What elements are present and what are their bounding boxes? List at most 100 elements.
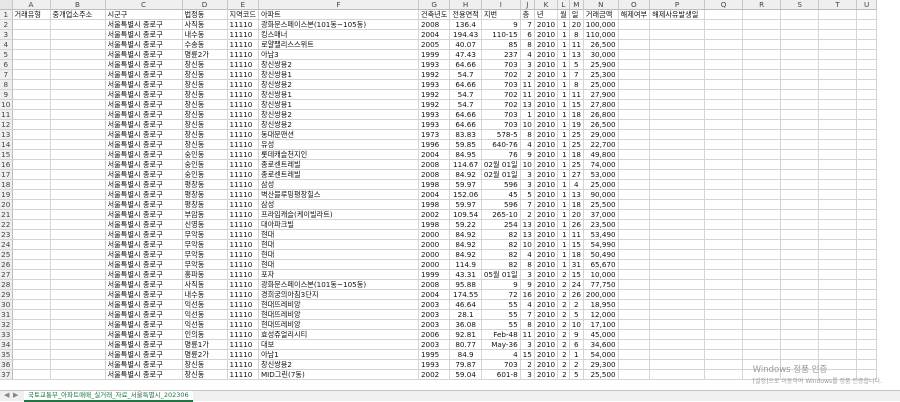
table-cell[interactable] [618, 29, 651, 40]
table-cell[interactable]: 2010 [534, 39, 559, 50]
table-cell[interactable]: May-36 [481, 339, 521, 350]
table-cell[interactable]: 2 [557, 369, 570, 380]
table-cell[interactable]: 100,000 [583, 19, 619, 30]
table-cell[interactable]: 2010 [534, 169, 559, 180]
table-cell[interactable]: 1993 [418, 119, 451, 130]
table-cell[interactable] [618, 109, 651, 120]
table-cell[interactable] [742, 139, 782, 150]
table-cell[interactable] [618, 49, 651, 60]
table-cell[interactable] [618, 209, 651, 220]
table-cell[interactable] [780, 179, 820, 190]
table-cell[interactable]: 11110 [227, 269, 259, 280]
table-cell[interactable] [704, 59, 744, 70]
table-cell[interactable]: 1 [557, 109, 570, 120]
table-cell[interactable] [12, 279, 51, 290]
table-cell[interactable] [856, 289, 878, 300]
table-cell[interactable] [818, 349, 858, 360]
table-cell[interactable] [780, 59, 820, 70]
row-header[interactable]: 31 [0, 309, 13, 320]
table-cell[interactable] [704, 249, 744, 260]
table-cell[interactable]: 1 [557, 239, 570, 250]
table-cell[interactable]: 서울특별시 종로구 [105, 209, 183, 220]
table-cell[interactable] [742, 39, 782, 50]
table-cell[interactable] [856, 209, 878, 220]
table-cell[interactable]: 2 [520, 359, 535, 370]
table-cell[interactable]: 64.66 [449, 119, 482, 130]
table-cell[interactable]: 무악동 [182, 229, 228, 240]
table-cell[interactable] [12, 69, 51, 80]
table-cell[interactable]: 25 [569, 159, 584, 170]
row-header[interactable]: 33 [0, 329, 13, 340]
table-cell[interactable]: 익선동 [182, 299, 228, 310]
table-cell[interactable]: 2 [557, 349, 570, 360]
table-cell[interactable] [649, 69, 706, 80]
table-cell[interactable] [856, 99, 878, 110]
table-cell[interactable] [12, 89, 51, 100]
table-cell[interactable] [704, 39, 744, 50]
table-cell[interactable] [12, 359, 51, 370]
table-cell[interactable]: 명륜2가 [182, 49, 228, 60]
table-cell[interactable]: 2010 [534, 139, 559, 150]
table-cell[interactable] [50, 69, 106, 80]
table-cell[interactable]: Feb-48 [481, 329, 521, 340]
table-cell[interactable] [704, 189, 744, 200]
table-cell[interactable]: 114.9 [449, 259, 482, 270]
table-cell[interactable] [704, 119, 744, 130]
table-cell[interactable]: 2 [557, 299, 570, 310]
table-cell[interactable]: 11110 [227, 109, 259, 120]
row-header[interactable]: 13 [0, 129, 13, 140]
table-cell[interactable] [649, 279, 706, 290]
table-cell[interactable]: 6 [569, 339, 584, 350]
table-cell[interactable]: 서울특별시 종로구 [105, 299, 183, 310]
table-cell[interactable]: 82 [481, 239, 521, 250]
table-cell[interactable] [742, 259, 782, 270]
table-cell[interactable] [780, 19, 820, 30]
table-cell[interactable] [649, 179, 706, 190]
table-cell[interactable] [649, 299, 706, 310]
table-cell[interactable] [50, 299, 106, 310]
table-cell[interactable] [618, 69, 651, 80]
table-cell[interactable] [649, 229, 706, 240]
table-cell[interactable]: 4 [520, 49, 535, 60]
field-name-cell[interactable]: 층 [520, 9, 535, 20]
table-cell[interactable]: 25,900 [583, 59, 619, 70]
table-cell[interactable] [50, 99, 106, 110]
table-cell[interactable]: 현대뜨레비앙 [258, 309, 419, 320]
table-cell[interactable] [704, 269, 744, 280]
table-cell[interactable] [618, 99, 651, 110]
table-cell[interactable]: 11110 [227, 49, 259, 60]
table-cell[interactable]: 8 [520, 259, 535, 270]
row-header[interactable]: 6 [0, 59, 13, 70]
table-cell[interactable]: 창신동 [182, 69, 228, 80]
table-cell[interactable]: 1 [557, 169, 570, 180]
table-cell[interactable] [742, 69, 782, 80]
table-cell[interactable]: 2006 [418, 329, 451, 340]
table-cell[interactable]: 5 [520, 189, 535, 200]
table-cell[interactable]: 평창동 [182, 179, 228, 190]
table-cell[interactable]: 11110 [227, 89, 259, 100]
table-cell[interactable]: 대보 [258, 339, 419, 350]
column-header[interactable]: H [449, 0, 482, 10]
table-cell[interactable]: 1995 [418, 349, 451, 360]
table-cell[interactable]: 2010 [534, 309, 559, 320]
table-cell[interactable] [618, 289, 651, 300]
table-cell[interactable] [742, 329, 782, 340]
table-cell[interactable]: 20 [569, 209, 584, 220]
table-cell[interactable]: 80.77 [449, 339, 482, 350]
table-cell[interactable] [50, 169, 106, 180]
table-cell[interactable]: 1998 [418, 179, 451, 190]
table-cell[interactable] [818, 119, 858, 130]
table-cell[interactable]: 702 [481, 69, 521, 80]
table-cell[interactable]: 2008 [418, 169, 451, 180]
table-cell[interactable]: 부암동 [182, 209, 228, 220]
table-cell[interactable] [618, 259, 651, 270]
table-cell[interactable] [649, 89, 706, 100]
table-cell[interactable]: 2003 [418, 319, 451, 330]
table-cell[interactable]: 703 [481, 359, 521, 370]
table-cell[interactable]: 서울특별시 종로구 [105, 269, 183, 280]
data-table[interactable]: ABCDEFGHIJKLMNOPQRSTU 1 거래유형 중개업소주소 시군구 법정동 지… [0, 0, 878, 380]
table-cell[interactable] [12, 159, 51, 170]
table-cell[interactable] [50, 229, 106, 240]
table-cell[interactable]: 서울특별시 종로구 [105, 219, 183, 230]
table-cell[interactable] [818, 279, 858, 290]
